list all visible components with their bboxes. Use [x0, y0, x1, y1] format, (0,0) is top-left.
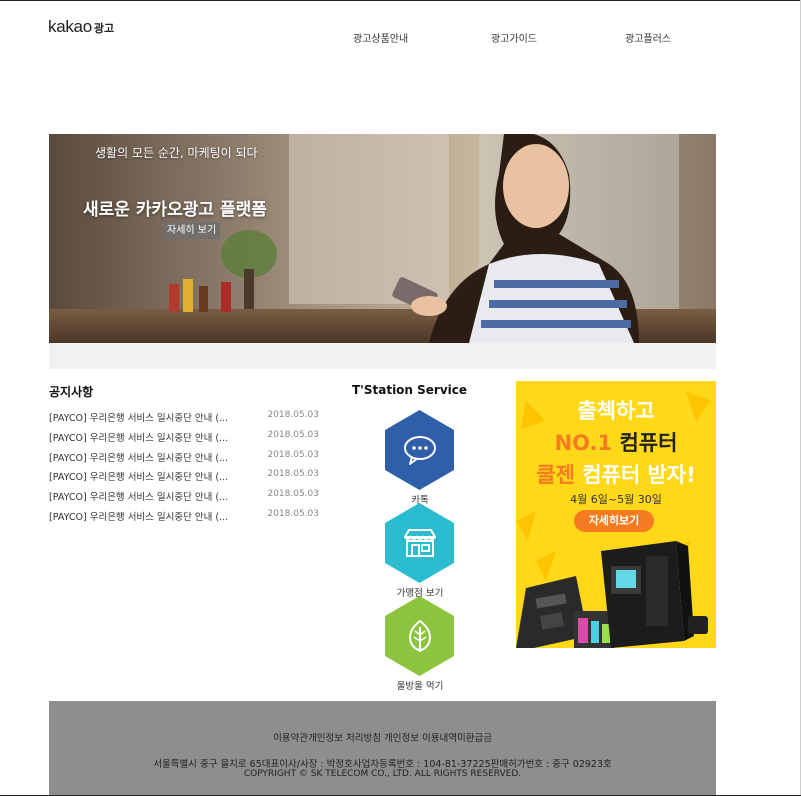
kakao-logo[interactable]: kakao 광고	[48, 17, 114, 39]
notice-item[interactable]: [PAYCO] 우리은행 서비스 일시중단 안내 (... 2018.05.03	[49, 410, 319, 430]
notice-item-date: 2018.05.03	[267, 489, 319, 500]
footer-links: 이용약관개인정보 처리방침 개인정보 이용내역미환급금	[49, 730, 716, 744]
ad-line-3: 쿨젠 컴퓨터 받자!	[516, 459, 716, 489]
store-icon[interactable]	[385, 503, 454, 583]
nav-ad-products[interactable]: 광고상품안내	[353, 30, 408, 45]
notice-item-date: 2018.05.03	[267, 429, 319, 440]
nav-ad-guide[interactable]: 광고가이드	[491, 30, 537, 45]
footer-link-refund[interactable]: 미환급금	[457, 733, 492, 744]
computer-product-image	[516, 541, 708, 648]
notice-item[interactable]: [PAYCO] 우리은행 서비스 일시중단 안내 (... 2018.05.03	[49, 489, 319, 509]
top-border	[0, 0, 801, 1]
hero-title: 새로운 카카오광고 플랫폼	[83, 200, 267, 220]
notice-item-text[interactable]: [PAYCO] 우리은행 서비스 일시중단 안내 (...	[49, 509, 254, 529]
footer-link-privacy[interactable]: 개인정보 처리방침	[308, 733, 381, 744]
notice-item-text[interactable]: [PAYCO] 우리은행 서비스 일시중단 안내 (...	[49, 469, 254, 489]
footer: 이용약관개인정보 처리방침 개인정보 이용내역미환급금 서울특별시 중구 을지로…	[49, 701, 716, 795]
notice-list: [PAYCO] 우리은행 서비스 일시중단 안내 (... 2018.05.03…	[49, 410, 319, 529]
notice-item-date: 2018.05.03	[267, 508, 319, 519]
notice-item-date: 2018.05.03	[267, 410, 319, 420]
hero-indicator-strip	[49, 343, 716, 369]
notice-item-text[interactable]: [PAYCO] 우리은행 서비스 일시중단 안내 (...	[49, 489, 254, 509]
notice-item-date: 2018.05.03	[267, 469, 319, 480]
notice-item-date: 2018.05.03	[267, 449, 319, 460]
notice-title: 공지사항	[49, 385, 94, 399]
notice-item[interactable]: [PAYCO] 우리은행 서비스 일시중단 안내 (... 2018.05.03	[49, 450, 319, 470]
ad-line-3-accent: 쿨젠	[536, 463, 575, 487]
service-item-leaf[interactable]: 울방울 먹기	[385, 596, 455, 692]
service-item-store[interactable]: 가맹점 보기	[385, 503, 455, 599]
service-title: T'Station Service	[352, 383, 468, 397]
notice-item[interactable]: [PAYCO] 우리은행 서비스 일시중단 안내 (... 2018.05.03	[49, 469, 319, 489]
ad-detail-button[interactable]: 자세히보기	[574, 510, 654, 532]
ad-date: 4월 6일~5월 30일	[570, 493, 662, 506]
footer-link-usage-history[interactable]: 개인정보 이용내역	[384, 733, 457, 744]
notice-item[interactable]: [PAYCO] 우리은행 서비스 일시중단 안내 (... 2018.05.03	[49, 430, 319, 450]
promo-ad-banner[interactable]: 출첵하고 NO.1 컴퓨터 쿨젠 컴퓨터 받자! 4월 6일~5월 30일 자세…	[516, 381, 716, 648]
footer-company-info: 서울특별시 중구 을지로 65대표이사/사장 : 박정호사업자등록번호 : 10…	[49, 756, 716, 770]
notice-item[interactable]: [PAYCO] 우리은행 서비스 일시중단 안내 (... 2018.05.03	[49, 509, 319, 529]
ad-line-2: NO.1 컴퓨터	[516, 427, 716, 457]
ad-line-2-accent: NO.1	[554, 431, 613, 455]
hero-detail-button[interactable]: 자세히 보기	[163, 222, 221, 239]
notice-item-text[interactable]: [PAYCO] 우리은행 서비스 일시중단 안내 (...	[49, 430, 254, 450]
hero-tagline: 생활의 모든 순간, 마케팅이 되다	[95, 146, 258, 160]
hero-banner: 생활의 모든 순간, 마케팅이 되다 새로운 카카오광고 플랫폼 자세히 보기	[49, 134, 716, 343]
notice-item-text[interactable]: [PAYCO] 우리은행 서비스 일시중단 안내 (...	[49, 410, 254, 430]
ad-line-2-rest: 컴퓨터	[612, 431, 678, 455]
leaf-icon[interactable]	[385, 596, 454, 676]
notice-item-text[interactable]: [PAYCO] 우리은행 서비스 일시중단 안내 (...	[49, 450, 254, 470]
service-item-katalk[interactable]: 카톡	[385, 410, 455, 506]
footer-copyright: COPYRIGHT © SK TELECOM CO., LTD. ALL RIG…	[243, 769, 522, 779]
service-label: 울방울 먹기	[396, 681, 444, 692]
chat-bubble-icon[interactable]	[385, 410, 454, 490]
nav-ad-plus[interactable]: 광고플러스	[625, 30, 671, 45]
logo-sub: 광고	[93, 22, 115, 35]
logo-word: kakao	[48, 17, 92, 36]
ad-line-3-rest: 컴퓨터 받자!	[574, 463, 696, 487]
ad-line-1: 출첵하고	[577, 399, 655, 423]
footer-link-terms[interactable]: 이용약관	[273, 733, 308, 744]
hero-photo	[49, 134, 716, 343]
